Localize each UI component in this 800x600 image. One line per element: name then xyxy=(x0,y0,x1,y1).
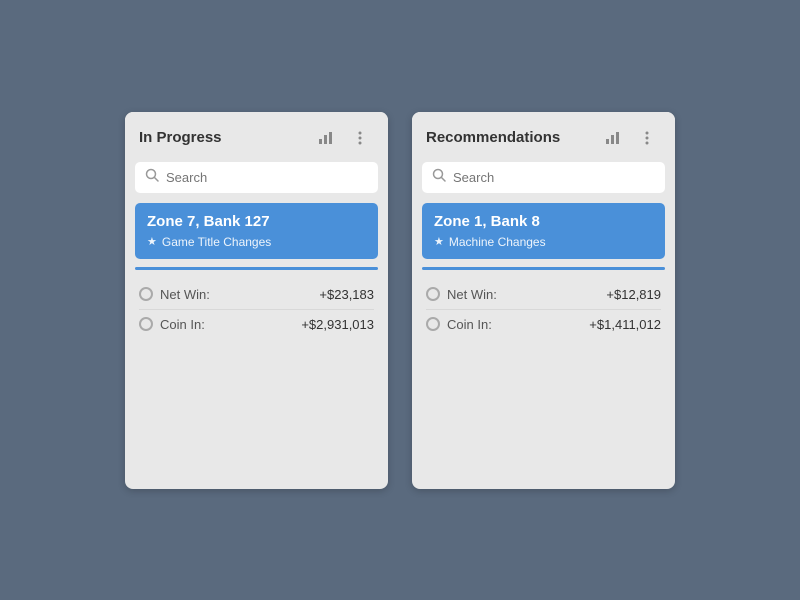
stat-row: Net Win: +$12,819 xyxy=(426,280,661,310)
more-icon xyxy=(352,130,368,146)
cards-container: In Progress Zone 7, Bank 127 ★ Game Title … xyxy=(125,112,675,489)
selected-item-recommendations[interactable]: Zone 1, Bank 8 ★ Machine Changes xyxy=(422,203,665,259)
circle-icon xyxy=(426,287,440,301)
stat-row: Coin In: +$2,931,013 xyxy=(139,310,374,339)
stat-label: Coin In: xyxy=(139,317,205,332)
stat-label-text: Net Win: xyxy=(160,287,210,302)
stat-label-text: Coin In: xyxy=(447,317,492,332)
search-icon xyxy=(432,168,446,187)
stat-value: +$1,411,012 xyxy=(589,317,661,332)
card-header-recommendations: Recommendations xyxy=(412,112,675,162)
stat-value: +$12,819 xyxy=(606,287,661,302)
subtitle-text: Game Title Changes xyxy=(162,235,271,249)
stats-section-recommendations: Net Win: +$12,819 Coin In: +$1,411,012 xyxy=(412,270,675,349)
subtitle-text: Machine Changes xyxy=(449,235,546,249)
stat-label-text: Coin In: xyxy=(160,317,205,332)
stat-row: Coin In: +$1,411,012 xyxy=(426,310,661,339)
more-options-button[interactable] xyxy=(346,124,374,152)
empty-area xyxy=(412,349,675,489)
search-bar-in-progress xyxy=(135,162,378,193)
more-options-button[interactable] xyxy=(633,124,661,152)
more-icon xyxy=(639,130,655,146)
search-input-recommendations[interactable] xyxy=(453,170,655,185)
circle-icon xyxy=(139,317,153,331)
circle-icon xyxy=(426,317,440,331)
stat-value: +$2,931,013 xyxy=(301,317,374,332)
card-title-recommendations: Recommendations xyxy=(426,129,560,146)
chart-icon-button[interactable] xyxy=(312,124,340,152)
search-icon xyxy=(145,168,159,187)
star-icon: ★ xyxy=(434,235,444,248)
stat-label: Coin In: xyxy=(426,317,492,332)
chart-icon xyxy=(318,130,334,146)
selected-item-in-progress[interactable]: Zone 7, Bank 127 ★ Game Title Changes xyxy=(135,203,378,259)
chart-icon xyxy=(605,130,621,146)
selected-item-subtitle-in-progress: ★ Game Title Changes xyxy=(147,235,366,249)
search-input-in-progress[interactable] xyxy=(166,170,368,185)
selected-item-title-recommendations: Zone 1, Bank 8 xyxy=(434,213,653,230)
card-recommendations: Recommendations Zone 1, Bank 8 ★ Machine C… xyxy=(412,112,675,489)
stat-label: Net Win: xyxy=(426,287,497,302)
card-in-progress: In Progress Zone 7, Bank 127 ★ Game Title … xyxy=(125,112,388,489)
chart-icon-button[interactable] xyxy=(599,124,627,152)
card-header-icons-in-progress xyxy=(312,124,374,152)
star-icon: ★ xyxy=(147,235,157,248)
empty-area xyxy=(125,349,388,489)
stat-label-text: Net Win: xyxy=(447,287,497,302)
stat-row: Net Win: +$23,183 xyxy=(139,280,374,310)
search-bar-recommendations xyxy=(422,162,665,193)
selected-item-subtitle-recommendations: ★ Machine Changes xyxy=(434,235,653,249)
selected-item-title-in-progress: Zone 7, Bank 127 xyxy=(147,213,366,230)
circle-icon xyxy=(139,287,153,301)
card-title-in-progress: In Progress xyxy=(139,129,222,146)
card-header-icons-recommendations xyxy=(599,124,661,152)
stat-value: +$23,183 xyxy=(319,287,374,302)
stat-label: Net Win: xyxy=(139,287,210,302)
stats-section-in-progress: Net Win: +$23,183 Coin In: +$2,931,013 xyxy=(125,270,388,349)
card-header-in-progress: In Progress xyxy=(125,112,388,162)
